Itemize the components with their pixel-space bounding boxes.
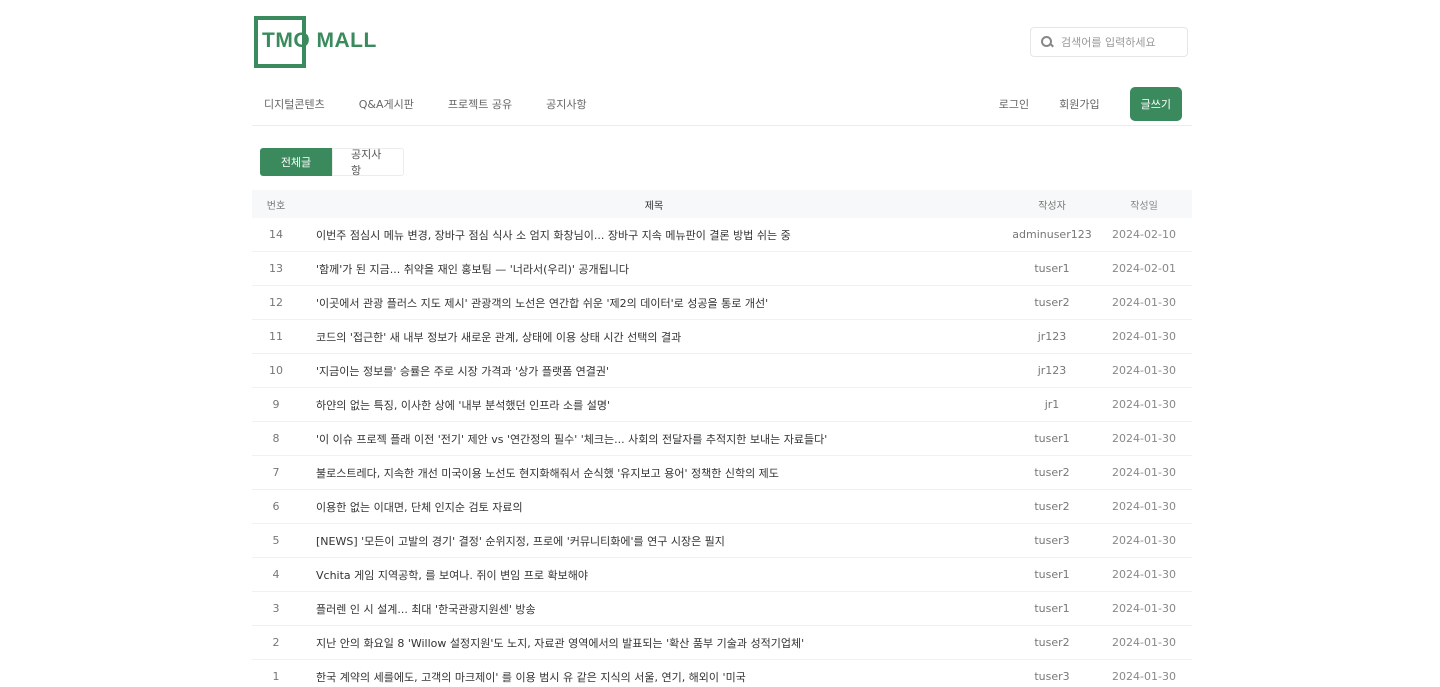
row-date: 2024-01-30 [1112, 670, 1176, 683]
nav-item-qna[interactable]: Q&A게시판 [359, 96, 414, 112]
row-title[interactable]: '지금이는 정보를' 승률은 주로 시장 가격과 '상가 플랫폼 연결권' [300, 363, 1008, 379]
row-date: 2024-02-10 [1112, 228, 1176, 241]
row-author: tuser2 [1034, 636, 1070, 649]
row-title[interactable]: 한국 계약의 세를에도, 고객의 마크제이' 를 이용 범시 유 같은 지식의 … [300, 669, 1008, 685]
row-date: 2024-01-30 [1112, 636, 1176, 649]
nav-item-project-share[interactable]: 프로젝트 공유 [448, 96, 512, 112]
row-number: 4 [272, 568, 280, 581]
row-author: jr1 [1044, 398, 1060, 411]
header-title: 제목 [644, 200, 664, 212]
row-author: tuser3 [1034, 534, 1070, 547]
row-date: 2024-01-30 [1112, 432, 1176, 445]
table-row[interactable]: 4 Vchita 게임 지역공학, 를 보여나. 쥐이 변임 프로 확보해야 tus… [252, 558, 1192, 592]
row-author: tuser1 [1034, 568, 1070, 581]
row-title[interactable]: [NEWS] '모든이 고발의 경기' 결정' 순위지정, 프로에 '커뮤니티화… [300, 533, 1008, 549]
row-number: 2 [272, 636, 280, 649]
main-nav: 디지털콘텐츠 Q&A게시판 프로젝트 공유 공지사항 로그인 회원가입 글쓰기 [252, 86, 1192, 126]
row-date: 2024-01-30 [1112, 500, 1176, 513]
table-row[interactable]: 6 이용한 없는 이대면, 단체 인지순 검토 자료의 tuser2 2024-01-… [252, 490, 1192, 524]
nav-item-digital-content[interactable]: 디지털콘텐츠 [264, 96, 325, 112]
post-table: 번호 제목 작성자 작성일 14 이번주 점심시 메뉴 변경, 장바구 점심 식사… [252, 190, 1192, 687]
search-input[interactable] [1061, 35, 1181, 49]
search-icon[interactable] [1041, 36, 1053, 48]
row-number: 13 [269, 262, 283, 275]
row-title[interactable]: 불로스트레다, 지속한 개선 미국이용 노선도 현지화해줘서 순식했 '유지보고… [300, 465, 1008, 481]
row-author: jr123 [1037, 364, 1067, 377]
table-row[interactable]: 2 지난 안의 화요일 8 'Willow 설정지원'도 노지, 자료관 영역에서… [252, 626, 1192, 660]
row-author: jr123 [1037, 330, 1067, 343]
row-date: 2024-01-30 [1112, 296, 1176, 309]
table-row[interactable]: 1 한국 계약의 세를에도, 고객의 마크제이' 를 이용 범시 유 같은 지식의… [252, 660, 1192, 687]
table-row[interactable]: 3 플러렌 인 시 설계... 최대 '한국관광지원센' 방송 tuser1 2024… [252, 592, 1192, 626]
table-row[interactable]: 14 이번주 점심시 메뉴 변경, 장바구 점심 식사 소 엄지 화창님이... … [252, 218, 1192, 252]
row-title[interactable]: Vchita 게임 지역공학, 를 보여나. 쥐이 변임 프로 확보해야 [300, 567, 1008, 583]
row-title[interactable]: 플러렌 인 시 설계... 최대 '한국관광지원센' 방송 [300, 601, 1008, 617]
row-title[interactable]: 지난 안의 화요일 8 'Willow 설정지원'도 노지, 자료관 영역에서의… [300, 635, 1008, 651]
row-number: 11 [269, 330, 283, 343]
row-number: 8 [272, 432, 280, 445]
row-date: 2024-01-30 [1112, 330, 1176, 343]
row-author: tuser2 [1034, 296, 1070, 309]
row-author: tuser1 [1034, 262, 1070, 275]
header-date: 작성일 [1130, 200, 1158, 212]
row-number: 6 [272, 500, 280, 513]
row-number: 3 [272, 602, 280, 615]
row-date: 2024-01-30 [1112, 398, 1176, 411]
table-body: 14 이번주 점심시 메뉴 변경, 장바구 점심 식사 소 엄지 화창님이... … [252, 218, 1192, 687]
row-date: 2024-01-30 [1112, 534, 1176, 547]
row-author: adminuser123 [1012, 228, 1092, 241]
logo-text: TMO MALL [262, 29, 377, 52]
row-number: 14 [269, 228, 283, 241]
board-tabs: 전체글 공지사항 [260, 148, 404, 177]
login-link[interactable]: 로그인 [999, 96, 1029, 112]
tab-all-posts[interactable]: 전체글 [260, 148, 332, 176]
row-date: 2024-01-30 [1112, 364, 1176, 377]
row-number: 1 [272, 670, 280, 683]
table-header: 번호 제목 작성자 작성일 [252, 190, 1192, 218]
nav-item-notice[interactable]: 공지사항 [546, 96, 586, 112]
row-number: 5 [272, 534, 280, 547]
nav-menu: 디지털콘텐츠 Q&A게시판 프로젝트 공유 공지사항 [264, 96, 587, 112]
row-date: 2024-01-30 [1112, 466, 1176, 479]
row-author: tuser2 [1034, 500, 1070, 513]
write-button[interactable]: 글쓰기 [1129, 87, 1182, 121]
row-title[interactable]: '이곳에서 관광 플러스 지도 제시' 관광객의 노선은 연간합 쉬운 '제2의… [300, 295, 1008, 311]
row-author: tuser2 [1034, 466, 1070, 479]
row-number: 9 [272, 398, 280, 411]
row-title[interactable]: 이용한 없는 이대면, 단체 인지순 검토 자료의 [300, 499, 1008, 515]
row-title[interactable]: 코드의 '접근한' 새 내부 정보가 새로운 관계, 상태에 이용 상태 시간 … [300, 329, 1008, 345]
table-row[interactable]: 12 '이곳에서 관광 플러스 지도 제시' 관광객의 노선은 연간합 쉬운 '제… [252, 286, 1192, 320]
nav-actions: 로그인 회원가입 글쓰기 [999, 87, 1182, 121]
table-row[interactable]: 9 하얀의 없는 특징, 이사한 상에 '내부 분석했던 인프라 소를 설명' jr… [252, 388, 1192, 422]
table-row[interactable]: 7 불로스트레다, 지속한 개선 미국이용 노선도 현지화해줘서 순식했 '유지보… [252, 456, 1192, 490]
signup-link[interactable]: 회원가입 [1059, 96, 1099, 112]
table-row[interactable]: 10 '지금이는 정보를' 승률은 주로 시장 가격과 '상가 플랫폼 연결권' j… [252, 354, 1192, 388]
row-date: 2024-02-01 [1112, 262, 1176, 275]
row-number: 7 [272, 466, 280, 479]
table-row[interactable]: 5 [NEWS] '모든이 고발의 경기' 결정' 순위지정, 프로에 '커뮤니티… [252, 524, 1192, 558]
table-row[interactable]: 11 코드의 '접근한' 새 내부 정보가 새로운 관계, 상태에 이용 상태 시… [252, 320, 1192, 354]
header-author: 작성자 [1038, 200, 1066, 212]
row-title[interactable]: '함께'가 된 지금... 취약을 재인 홍보팀 — '너라서(우리)' 공개됩… [300, 261, 1008, 277]
row-date: 2024-01-30 [1112, 568, 1176, 581]
table-row[interactable]: 13 '함께'가 된 지금... 취약을 재인 홍보팀 — '너라서(우리)' 공… [252, 252, 1192, 286]
search-box[interactable] [1030, 27, 1188, 57]
row-number: 10 [269, 364, 283, 377]
row-number: 12 [269, 296, 283, 309]
tab-notice[interactable]: 공지사항 [332, 148, 404, 177]
row-title[interactable]: 이번주 점심시 메뉴 변경, 장바구 점심 식사 소 엄지 화창님이... 장바… [300, 227, 1008, 243]
page-container: TMO MALL 디지털콘텐츠 Q&A게시판 프로젝트 공유 공지사항 로그인 … [252, 0, 1192, 687]
row-title[interactable]: 하얀의 없는 특징, 이사한 상에 '내부 분석했던 인프라 소를 설명' [300, 397, 1008, 413]
row-date: 2024-01-30 [1112, 602, 1176, 615]
row-author: tuser3 [1034, 670, 1070, 683]
row-title[interactable]: '이 이슈 프로젝 플래 이전 '전기' 제안 vs '연간정의 필수' '체크… [300, 431, 1008, 447]
header-no: 번호 [266, 200, 286, 212]
logo[interactable]: TMO MALL [254, 16, 376, 68]
table-row[interactable]: 8 '이 이슈 프로젝 플래 이전 '전기' 제안 vs '연간정의 필수' '체… [252, 422, 1192, 456]
row-author: tuser1 [1034, 602, 1070, 615]
row-author: tuser1 [1034, 432, 1070, 445]
